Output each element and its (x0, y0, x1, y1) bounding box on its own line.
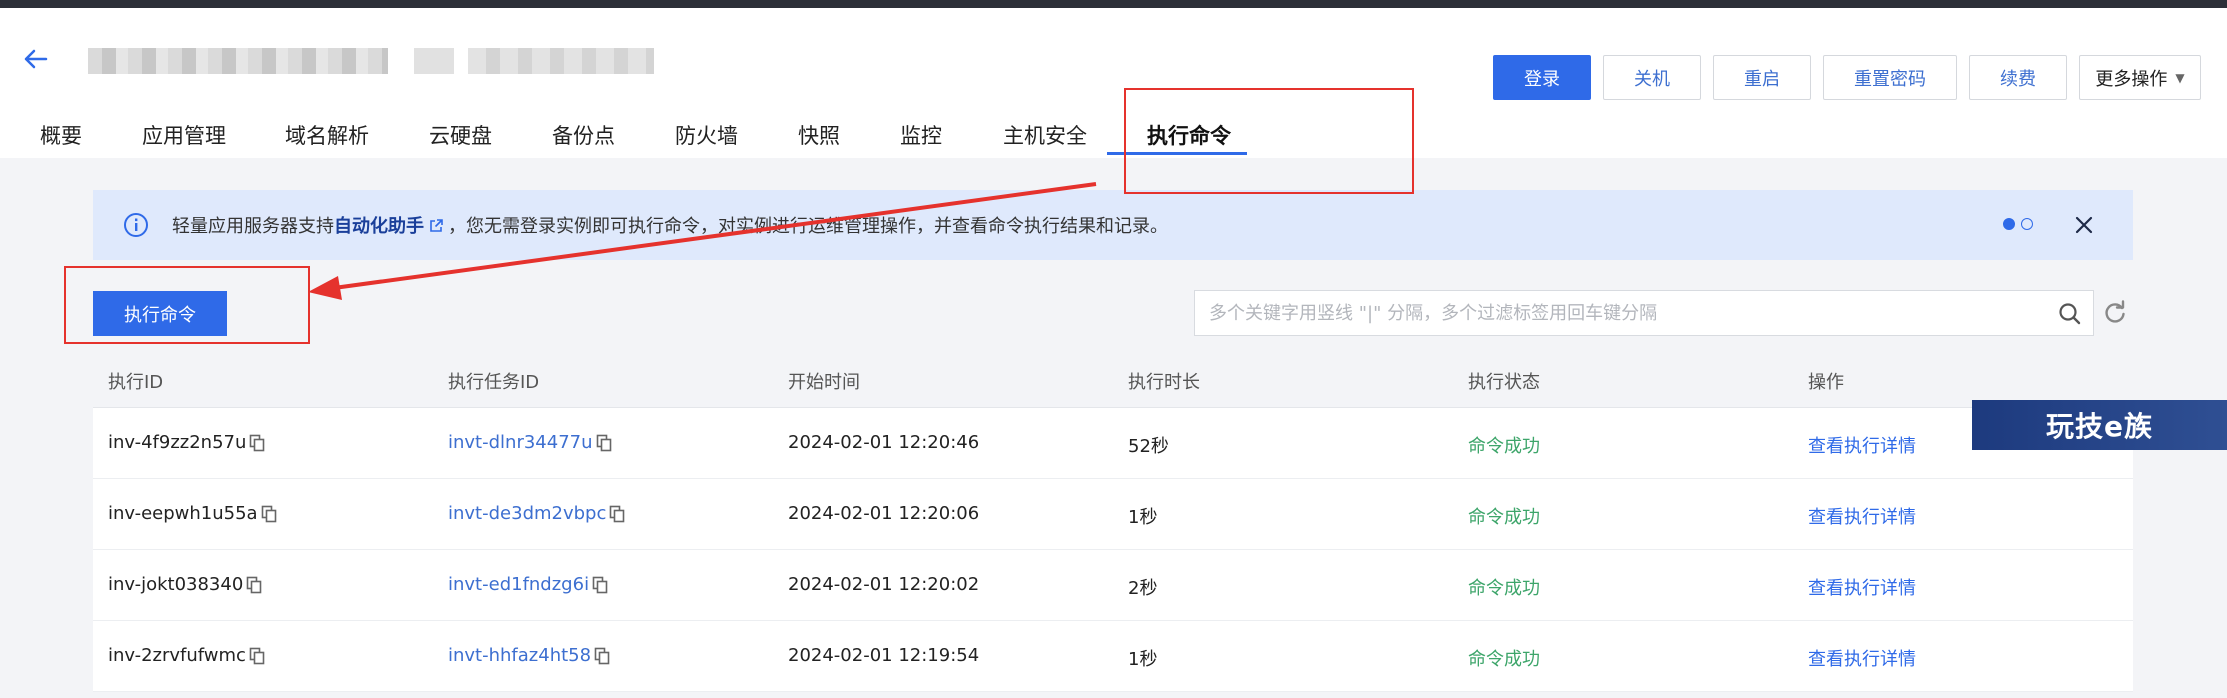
carousel-dots (2003, 218, 2033, 230)
view-details-link[interactable]: 查看执行详情 (1808, 503, 1916, 529)
execution-id: inv-2zrvfufwmc (108, 645, 246, 666)
task-id-link[interactable]: invt-ed1fndzg6i (448, 574, 589, 595)
execution-table: 执行ID 执行任务ID 开始时间 执行时长 执行状态 操作 inv-4f9zz2… (93, 350, 2133, 692)
copy-icon[interactable] (609, 505, 625, 523)
duration: 52秒 (1128, 436, 1169, 457)
view-details-link[interactable]: 查看执行详情 (1808, 574, 1916, 600)
search-icon[interactable] (2057, 301, 2083, 327)
carousel-dot[interactable] (2003, 218, 2015, 230)
copy-icon[interactable] (594, 647, 610, 665)
status-text: 命令成功 (1468, 578, 1540, 599)
status-text: 命令成功 (1468, 436, 1540, 457)
execution-id: inv-jokt038340 (108, 574, 244, 595)
column-header: 开始时间 (788, 372, 860, 393)
shutdown-button[interactable]: 关机 (1603, 55, 1701, 100)
search-box (1194, 290, 2094, 336)
execution-id-cell: inv-jokt038340 (108, 574, 262, 595)
table-row: inv-2zrvfufwmc invt-hhfaz4ht58 2024-02-0… (93, 621, 2133, 692)
start-time: 2024-02-01 12:20:06 (788, 503, 980, 524)
tab-host-security[interactable]: 主机安全 (1003, 120, 1087, 150)
tab-dns[interactable]: 域名解析 (285, 120, 369, 150)
copy-icon[interactable] (249, 647, 265, 665)
tab-app-management[interactable]: 应用管理 (142, 120, 226, 150)
table-row: inv-4f9zz2n57u invt-dlnr34477u 2024-02-0… (93, 408, 2133, 479)
copy-icon[interactable] (249, 434, 265, 452)
copy-icon[interactable] (592, 576, 608, 594)
external-link-icon[interactable] (428, 218, 444, 234)
task-id-link[interactable]: invt-de3dm2vbpc (448, 503, 606, 524)
execution-id-cell: inv-2zrvfufwmc (108, 645, 265, 666)
banner-text-before: 轻量应用服务器支持 (172, 216, 334, 237)
start-time: 2024-02-01 12:20:46 (788, 432, 980, 453)
column-header: 执行任务ID (448, 372, 540, 393)
execution-id-cell: inv-4f9zz2n57u (108, 432, 265, 453)
instance-name-redacted (88, 48, 388, 74)
duration: 1秒 (1128, 507, 1158, 528)
close-icon[interactable] (2073, 214, 2095, 236)
instance-id-redacted (468, 48, 654, 74)
status-text: 命令成功 (1468, 507, 1540, 528)
back-arrow-icon[interactable] (20, 44, 50, 74)
carousel-dot[interactable] (2021, 218, 2033, 230)
copy-icon[interactable] (246, 576, 262, 594)
column-header: 执行状态 (1468, 372, 1540, 393)
copy-icon[interactable] (596, 434, 612, 452)
task-id-cell: invt-ed1fndzg6i (448, 574, 608, 595)
tab-backup[interactable]: 备份点 (552, 120, 615, 150)
caret-down-icon: ▼ (2175, 70, 2185, 85)
annotation-box-tab (1124, 88, 1414, 194)
task-id-link[interactable]: invt-dlnr34477u (448, 432, 593, 453)
task-id-link[interactable]: invt-hhfaz4ht58 (448, 645, 591, 666)
reset-password-button[interactable]: 重置密码 (1823, 55, 1957, 100)
refresh-icon[interactable] (2102, 300, 2128, 326)
banner-text-after: ，您无需登录实例即可执行命令，对实例进行运维管理操作，并查看命令执行结果和记录。 (448, 216, 1168, 237)
restart-button[interactable]: 重启 (1713, 55, 1811, 100)
tab-snapshot[interactable]: 快照 (798, 120, 840, 150)
task-id-cell: invt-dlnr34477u (448, 432, 612, 453)
more-actions-dropdown[interactable]: 更多操作 ▼ (2079, 55, 2201, 100)
duration: 2秒 (1128, 578, 1158, 599)
more-actions-label: 更多操作 (2095, 68, 2168, 90)
banner-text: 轻量应用服务器支持自动化助手 ，您无需登录实例即可执行命令，对实例进行运维管理操… (172, 212, 1168, 238)
tab-cloud-disk[interactable]: 云硬盘 (429, 120, 492, 150)
status-text: 命令成功 (1468, 649, 1540, 670)
instance-name-redacted (414, 48, 454, 74)
execution-id-cell: inv-eepwh1u55a (108, 503, 277, 524)
column-header: 操作 (1808, 372, 1844, 393)
watermark-logo: 玩技e族 (1972, 400, 2227, 450)
copy-icon[interactable] (261, 505, 277, 523)
view-details-link[interactable]: 查看执行详情 (1808, 432, 1916, 458)
column-header: 执行时长 (1128, 372, 1200, 393)
task-id-cell: invt-de3dm2vbpc (448, 503, 625, 524)
table-row: inv-jokt038340 invt-ed1fndzg6i 2024-02-0… (93, 550, 2133, 621)
tab-overview[interactable]: 概要 (40, 120, 82, 150)
automation-assistant-link[interactable]: 自动化助手 (334, 216, 424, 237)
tab-monitor[interactable]: 监控 (900, 120, 942, 150)
column-header: 执行ID (108, 372, 164, 393)
instance-actions: 登录 关机 重启 重置密码 续费 更多操作 ▼ (1493, 55, 2201, 100)
renew-button[interactable]: 续费 (1969, 55, 2067, 100)
info-icon (124, 213, 148, 237)
table-header: 执行ID 执行任务ID 开始时间 执行时长 执行状态 操作 (93, 350, 2133, 408)
tab-firewall[interactable]: 防火墙 (675, 120, 738, 150)
info-banner: 轻量应用服务器支持自动化助手 ，您无需登录实例即可执行命令，对实例进行运维管理操… (93, 190, 2133, 260)
duration: 1秒 (1128, 649, 1158, 670)
view-details-link[interactable]: 查看执行详情 (1808, 645, 1916, 671)
execution-id: inv-4f9zz2n57u (108, 432, 247, 453)
search-input[interactable] (1195, 291, 2093, 335)
login-button[interactable]: 登录 (1493, 55, 1591, 100)
table-row: inv-eepwh1u55a invt-de3dm2vbpc 2024-02-0… (93, 479, 2133, 550)
execution-id: inv-eepwh1u55a (108, 503, 258, 524)
task-id-cell: invt-hhfaz4ht58 (448, 645, 610, 666)
top-dark-bar (0, 0, 2227, 8)
start-time: 2024-02-01 12:20:02 (788, 574, 980, 595)
start-time: 2024-02-01 12:19:54 (788, 645, 980, 666)
annotation-box-button (64, 266, 310, 344)
